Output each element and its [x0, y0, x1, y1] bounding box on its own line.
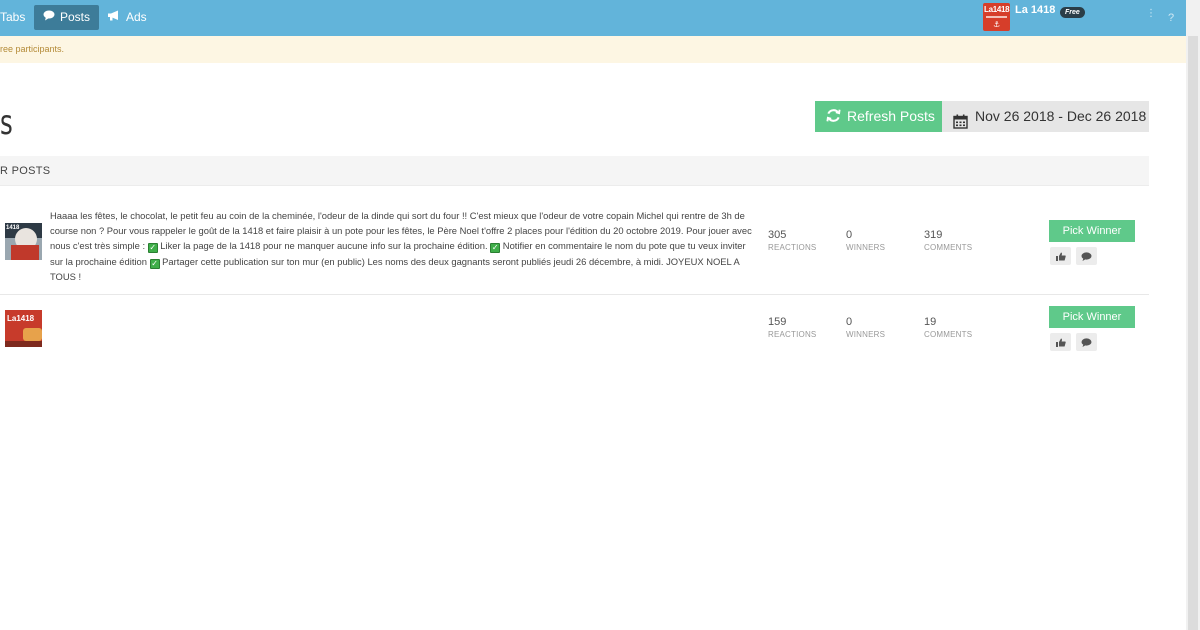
post-row: 1418 Haaaa les fêtes, le chocolat, le pe… [0, 188, 1149, 295]
megaphone-icon [107, 5, 121, 30]
post-thumbnail[interactable]: 1418 [5, 223, 42, 260]
thumb-suit [11, 245, 39, 260]
reactions-count: 159 [768, 316, 787, 328]
date-range-picker[interactable]: Nov 26 2018 - Dec 26 2018 [942, 101, 1149, 132]
calendar-icon [953, 109, 968, 140]
nav-tab-posts[interactable]: Posts [34, 5, 99, 30]
comments-label: COMMENTS [924, 330, 973, 339]
reactions-stat: 159 REACTIONS [768, 316, 838, 339]
winners-count: 0 [846, 229, 853, 241]
logo-divider [986, 16, 1007, 18]
date-range-value: Nov 26 2018 - Dec 26 2018 [975, 108, 1147, 124]
comments-count: 19 [924, 316, 937, 328]
winners-count: 0 [846, 316, 853, 328]
post-message: Haaaa les fêtes, le chocolat, le petit f… [50, 208, 755, 284]
winners-label: WINNERS [846, 330, 886, 339]
checkmark-icon: ✓ [490, 243, 501, 254]
nav-posts-label: Posts [60, 10, 91, 24]
comments-count: 319 [924, 229, 943, 241]
posts-section-header: R POSTS [0, 156, 1149, 186]
nav-tab-ads[interactable]: Ads [107, 5, 147, 30]
post-text-part: Liker la page de la 1418 pour ne manquer… [157, 240, 491, 252]
like-filter-button[interactable] [1050, 247, 1071, 265]
refresh-icon [826, 101, 841, 132]
refresh-posts-button[interactable]: Refresh Posts [815, 101, 942, 132]
page-title: s [0, 103, 13, 143]
comment-filter-button[interactable] [1076, 247, 1097, 265]
thumb-base [5, 341, 42, 347]
pick-winner-button[interactable]: Pick Winner [1049, 220, 1135, 242]
comments-stat: 19 COMMENTS [924, 316, 994, 339]
more-options-icon[interactable]: ⋮ [1146, 9, 1156, 19]
comment-icon [1081, 333, 1092, 350]
thumbs-up-icon [1055, 333, 1066, 350]
post-thumbnail[interactable]: La1418 [5, 310, 42, 347]
speech-bubble-icon [43, 5, 55, 30]
comments-label: COMMENTS [924, 243, 973, 252]
comment-icon [1081, 247, 1092, 264]
winners-label: WINNERS [846, 243, 886, 252]
posts-section-title: R POSTS [0, 165, 51, 177]
notice-text: ree participants. [0, 44, 65, 54]
scrollbar-thumb[interactable] [1188, 36, 1198, 630]
reactions-stat: 305 REACTIONS [768, 229, 838, 252]
help-icon[interactable]: ? [1168, 12, 1174, 24]
checkmark-icon: ✓ [149, 258, 160, 269]
post-row: La1418 159 REACTIONS 0 WINNERS 19 COMMEN… [0, 295, 1149, 367]
checkmark-icon: ✓ [147, 243, 158, 254]
nav-ads-label: Ads [126, 10, 147, 24]
reactions-count: 305 [768, 229, 787, 241]
pick-winner-button[interactable]: Pick Winner [1049, 306, 1135, 328]
page-avatar[interactable]: La1418 ⚓ [983, 3, 1010, 31]
page-name[interactable]: La 1418 [1015, 4, 1055, 16]
reactions-label: REACTIONS [768, 330, 817, 339]
comments-stat: 319 COMMENTS [924, 229, 994, 252]
refresh-posts-label: Refresh Posts [847, 108, 935, 124]
like-filter-button[interactable] [1050, 333, 1071, 351]
nav-tabs-label: Tabs [0, 10, 26, 24]
page-logo-text: La1418 [984, 5, 1010, 14]
comment-filter-button[interactable] [1076, 333, 1097, 351]
top-nav-bar: Tabs Posts Ads La1418 ⚓ La 1418 Free ⋮ ? [0, 0, 1186, 36]
thumbs-up-icon [1055, 247, 1066, 264]
thumb-food [23, 328, 42, 341]
plan-badge: Free [1060, 7, 1085, 18]
reactions-label: REACTIONS [768, 243, 817, 252]
winners-stat: 0 WINNERS [846, 316, 916, 339]
thumb-text: 1418 [6, 225, 20, 231]
anchor-icon: ⚓ [993, 20, 1001, 29]
notice-banner: ree participants. [0, 36, 1186, 63]
nav-tab-tabs[interactable]: Tabs [0, 5, 25, 30]
winners-stat: 0 WINNERS [846, 229, 916, 252]
thumb-text: La1418 [7, 314, 35, 323]
